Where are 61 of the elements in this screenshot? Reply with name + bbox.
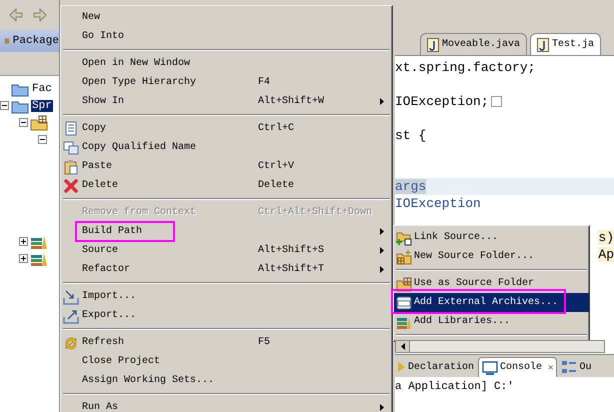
menu-item[interactable]: Close Project bbox=[61, 352, 392, 371]
java-file-icon bbox=[427, 38, 439, 52]
menu-item[interactable]: Show In Alt+Shift+W bbox=[61, 92, 392, 111]
menu-item[interactable]: Copy Qualified Name bbox=[61, 138, 392, 157]
menu-item[interactable]: Add Libraries... bbox=[394, 312, 589, 331]
copy-icon bbox=[63, 140, 79, 156]
monitor-icon bbox=[482, 360, 498, 376]
menu-item[interactable]: Refresh F5 bbox=[61, 333, 392, 352]
menu-item[interactable]: Import... bbox=[61, 287, 392, 306]
copy-icon bbox=[63, 120, 79, 136]
code-line: IOException; bbox=[395, 94, 489, 109]
package-folder-icon bbox=[396, 276, 412, 292]
archive-icon bbox=[396, 294, 412, 310]
scroll-left-icon[interactable] bbox=[400, 343, 404, 350]
java-file-icon bbox=[537, 38, 550, 52]
linked-folder-icon bbox=[396, 230, 412, 246]
menu-item[interactable]: Assign Working Sets... bbox=[61, 371, 392, 390]
declaration-icon bbox=[398, 359, 406, 375]
expand-toggle[interactable] bbox=[38, 135, 47, 144]
expand-toggle[interactable] bbox=[19, 118, 28, 127]
menu-item[interactable]: Delete Delete bbox=[61, 176, 392, 195]
menu-item[interactable]: Go Into bbox=[61, 27, 392, 46]
menu-item[interactable]: Copy Ctrl+C bbox=[61, 119, 392, 138]
menu-item[interactable]: Run As bbox=[61, 398, 392, 412]
code-line: st { bbox=[395, 128, 426, 143]
editor-tab[interactable]: Moveable.java bbox=[420, 33, 528, 55]
new-folder-icon bbox=[396, 248, 412, 264]
menu-item[interactable]: Export... bbox=[61, 306, 392, 325]
view-tab[interactable]: Console ✕ bbox=[478, 357, 558, 377]
code-line: xt.spring.factory; bbox=[395, 60, 536, 75]
view-tab[interactable]: Ou bbox=[558, 358, 594, 376]
menu-item[interactable]: Build Path bbox=[61, 222, 392, 241]
menu-item[interactable]: Paste Ctrl+V bbox=[61, 157, 392, 176]
menu-item[interactable]: Refactor Alt+Shift+T bbox=[61, 260, 392, 279]
export-icon bbox=[63, 308, 79, 324]
menu-item[interactable]: Use as Source Folder bbox=[394, 274, 589, 293]
tree-item[interactable]: Fac bbox=[31, 82, 53, 94]
menu-item[interactable]: Open Type Hierarchy F4 bbox=[61, 73, 392, 92]
menu-item[interactable]: Open in New Window bbox=[61, 54, 392, 73]
editor-tab[interactable]: Test.ja bbox=[530, 33, 602, 55]
horizontal-scrollbar[interactable] bbox=[395, 340, 605, 353]
menu-item[interactable]: New bbox=[61, 8, 392, 27]
console-text: a Application] C:' bbox=[395, 381, 514, 393]
expand-toggle[interactable] bbox=[19, 254, 28, 263]
expand-toggle[interactable] bbox=[19, 237, 28, 246]
tree-item[interactable]: Spr bbox=[31, 100, 53, 112]
folded-code-icon[interactable] bbox=[490, 96, 502, 108]
menu-item[interactable]: Source Alt+Shift+S bbox=[61, 241, 392, 260]
menu-item[interactable]: New Source Folder... bbox=[394, 247, 589, 266]
package-explorer-tab[interactable]: Package bbox=[0, 30, 59, 52]
delete-icon bbox=[63, 178, 79, 194]
refresh-icon bbox=[63, 334, 79, 350]
code-line: IOException bbox=[395, 196, 481, 211]
close-icon[interactable]: ✕ bbox=[548, 362, 554, 372]
outline-icon bbox=[561, 359, 578, 375]
clipboard-icon bbox=[63, 158, 79, 174]
expand-toggle[interactable] bbox=[0, 101, 9, 110]
import-icon bbox=[63, 288, 79, 304]
view-tab[interactable]: Declaration bbox=[395, 358, 478, 376]
menu-item[interactable]: Link Source... bbox=[394, 228, 589, 247]
package-folder-icon bbox=[30, 114, 48, 130]
